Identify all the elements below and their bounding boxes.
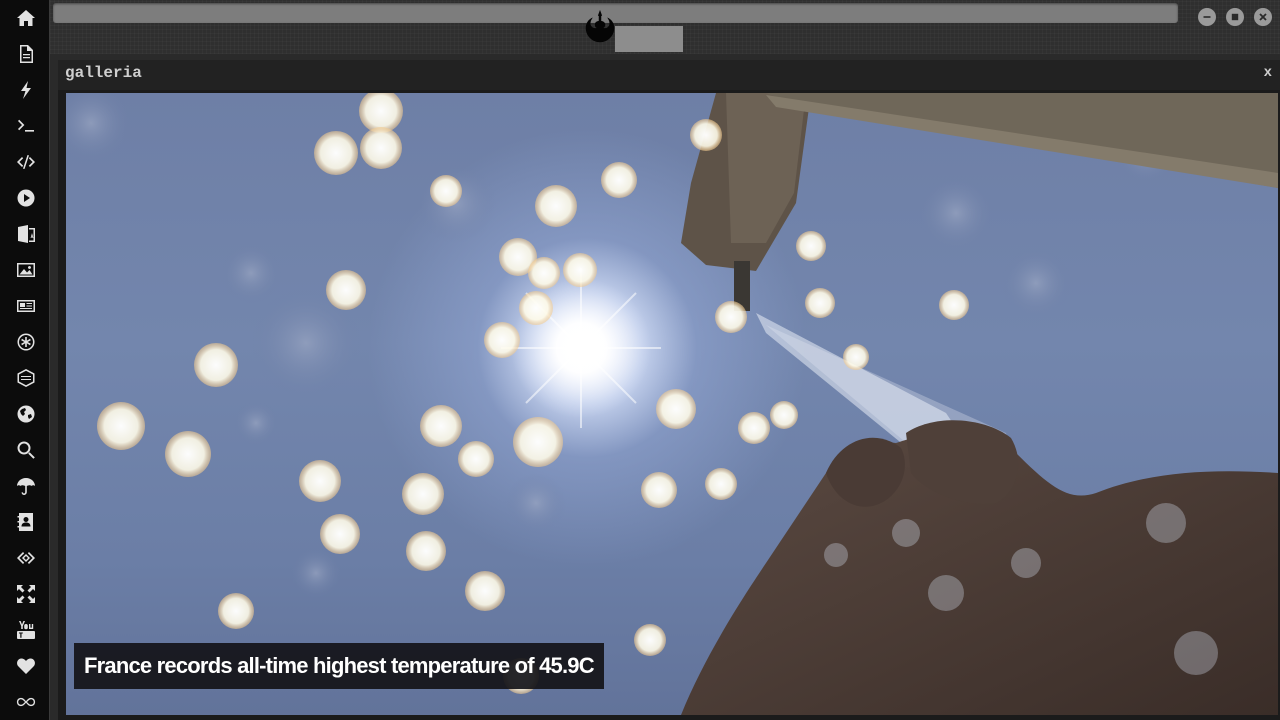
top-bar bbox=[50, 0, 1280, 54]
infinity-icon[interactable] bbox=[12, 688, 40, 716]
code-icon[interactable] bbox=[12, 148, 40, 176]
asterisk-icon[interactable] bbox=[12, 328, 40, 356]
umbrella-icon[interactable] bbox=[12, 472, 40, 500]
close-window-button[interactable] bbox=[1254, 8, 1272, 26]
terminal-icon[interactable] bbox=[12, 112, 40, 140]
close-icon bbox=[1259, 13, 1267, 21]
newspaper-icon[interactable] bbox=[12, 292, 40, 320]
logo-tab[interactable] bbox=[615, 26, 683, 52]
embed-icon[interactable] bbox=[12, 544, 40, 572]
contacts-icon[interactable] bbox=[12, 508, 40, 536]
maximize-button[interactable] bbox=[1226, 8, 1244, 26]
heart-icon[interactable] bbox=[12, 652, 40, 680]
app-sidebar bbox=[0, 0, 50, 720]
photo-caption: France records all-time highest temperat… bbox=[74, 643, 604, 689]
globe-icon[interactable] bbox=[12, 400, 40, 428]
lightning-icon[interactable] bbox=[12, 76, 40, 104]
maximize-icon bbox=[1231, 13, 1239, 21]
translate-icon[interactable] bbox=[12, 220, 40, 248]
search-icon[interactable] bbox=[12, 436, 40, 464]
youtube-icon[interactable] bbox=[12, 616, 40, 644]
home-icon[interactable] bbox=[12, 4, 40, 32]
expand-icon[interactable] bbox=[12, 580, 40, 608]
minimize-button[interactable] bbox=[1198, 8, 1216, 26]
play-icon[interactable] bbox=[12, 184, 40, 212]
photo-illustration bbox=[66, 93, 1278, 715]
hexagon-icon[interactable] bbox=[12, 364, 40, 392]
gallery-photo: France records all-time highest temperat… bbox=[66, 93, 1278, 715]
document-icon[interactable] bbox=[12, 40, 40, 68]
rebel-alliance-icon[interactable] bbox=[581, 8, 619, 46]
gallery-title: galleria bbox=[65, 64, 142, 82]
gallery-title-bar: galleria x bbox=[58, 60, 1280, 90]
gallery-window: galleria x France records all-time highe… bbox=[58, 60, 1280, 720]
image-icon[interactable] bbox=[12, 256, 40, 284]
gallery-close-button[interactable]: x bbox=[1264, 65, 1272, 81]
minimize-icon bbox=[1203, 16, 1211, 18]
